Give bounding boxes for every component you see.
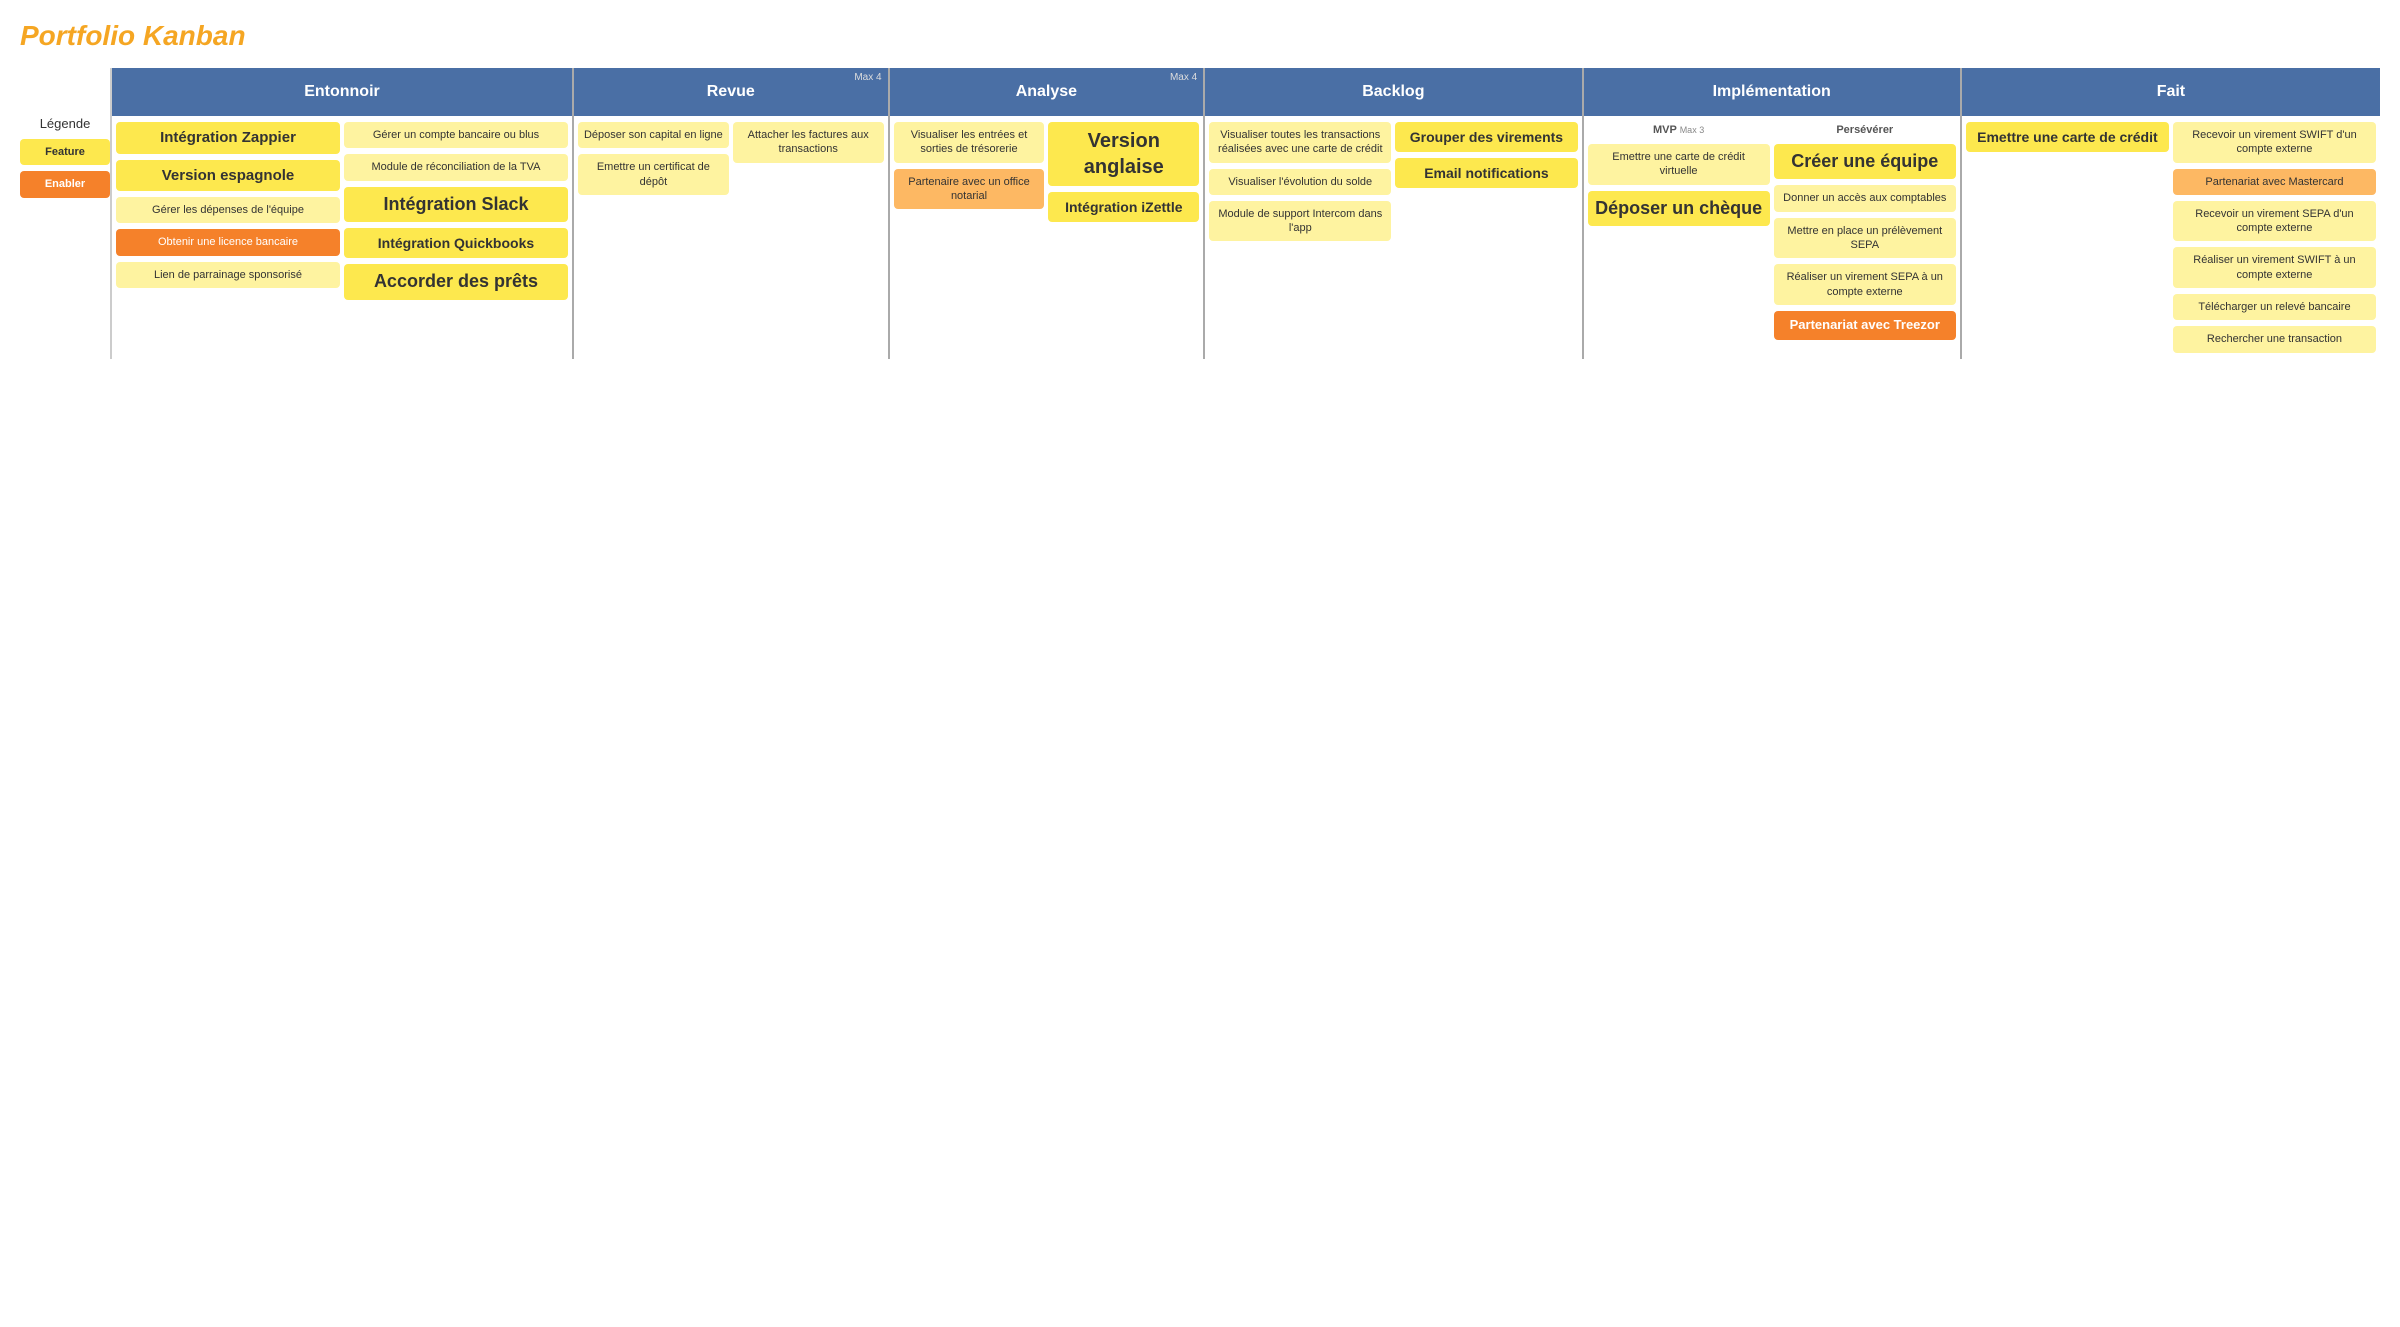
card-version-anglaise[interactable]: Version anglaise <box>1048 122 1199 186</box>
card-emettre-carte-virtuelle[interactable]: Emettre une carte de crédit virtuelle <box>1588 144 1770 185</box>
card-mettre-sepa[interactable]: Mettre en place un prélèvement SEPA <box>1774 218 1956 259</box>
revue-max: Max 4 <box>854 72 881 83</box>
analyse-subcol2: Version anglaise Intégration iZettle <box>1048 122 1199 222</box>
implementation-body: MVP Max 3 Emettre une carte de crédit vi… <box>1584 116 1960 346</box>
kanban-board: Légende Feature Enabler Entonnoir Intégr… <box>20 68 2380 359</box>
analyse-subcol1: Visualiser les entrées et sorties de tré… <box>894 122 1045 222</box>
card-partenaire-office[interactable]: Partenaire avec un office notarial <box>894 169 1045 210</box>
revue-body: Déposer son capital en ligne Emettre un … <box>574 116 888 201</box>
perseverer-label: Persévérer <box>1774 122 1956 138</box>
column-entonnoir: Entonnoir Intégration Zappier Version es… <box>112 68 574 359</box>
card-attacher-factures[interactable]: Attacher les factures aux transactions <box>733 122 884 163</box>
page-title: Portfolio Kanban <box>20 20 2380 52</box>
card-realiser-sepa[interactable]: Réaliser un virement SEPA à un compte ex… <box>1774 264 1956 305</box>
column-header-entonnoir: Entonnoir <box>112 68 572 116</box>
card-gerer-compte-bancaire[interactable]: Gérer un compte bancaire ou blus <box>344 122 568 148</box>
mvp-label: MVP Max 3 <box>1588 122 1770 138</box>
column-header-implementation: Implémentation <box>1584 68 1960 116</box>
card-integration-slack[interactable]: Intégration Slack <box>344 187 568 222</box>
card-visualiser-evolution[interactable]: Visualiser l'évolution du solde <box>1209 169 1391 195</box>
column-fait: Fait Emettre une carte de crédit Recevoi… <box>1962 68 2380 359</box>
fait-subcol2: Recevoir un virement SWIFT d'un compte e… <box>2173 122 2376 353</box>
card-recevoir-sepa[interactable]: Recevoir un virement SEPA d'un compte ex… <box>2173 201 2376 242</box>
implementation-subcol2: Persévérer Créer une équipe Donner un ac… <box>1774 122 1956 340</box>
card-integration-quickbooks[interactable]: Intégration Quickbooks <box>344 228 568 258</box>
fait-subcol1: Emettre une carte de crédit <box>1966 122 2169 353</box>
card-visualiser-entrees[interactable]: Visualiser les entrées et sorties de tré… <box>894 122 1045 163</box>
card-module-reconciliation[interactable]: Module de réconciliation de la TVA <box>344 154 568 180</box>
column-backlog: Backlog Visualiser toutes les transactio… <box>1205 68 1583 359</box>
entonnoir-subcol1: Intégration Zappier Version espagnole Gé… <box>116 122 340 300</box>
card-creer-equipe[interactable]: Créer une équipe <box>1774 144 1956 179</box>
legend-enabler: Enabler <box>20 171 110 197</box>
column-header-fait: Fait <box>1962 68 2380 116</box>
card-recevoir-swift[interactable]: Recevoir un virement SWIFT d'un compte e… <box>2173 122 2376 163</box>
entonnoir-body: Intégration Zappier Version espagnole Gé… <box>112 116 572 306</box>
card-obtenir-licence[interactable]: Obtenir une licence bancaire <box>116 229 340 255</box>
board: Entonnoir Intégration Zappier Version es… <box>110 68 2380 359</box>
entonnoir-subcol2: Gérer un compte bancaire ou blus Module … <box>344 122 568 300</box>
card-gerer-depenses[interactable]: Gérer les dépenses de l'équipe <box>116 197 340 223</box>
revue-subcol1: Déposer son capital en ligne Emettre un … <box>578 122 729 195</box>
legend-column: Légende Feature Enabler <box>20 68 110 359</box>
card-emettre-carte-credit[interactable]: Emettre une carte de crédit <box>1966 122 2169 152</box>
card-deposer-cheque[interactable]: Déposer un chèque <box>1588 191 1770 226</box>
column-header-revue: Revue Max 4 <box>574 68 888 116</box>
card-partenariat-mastercard[interactable]: Partenariat avec Mastercard <box>2173 169 2376 195</box>
fait-body: Emettre une carte de crédit Recevoir un … <box>1962 116 2380 359</box>
backlog-subcol1: Visualiser toutes les transactions réali… <box>1209 122 1391 241</box>
card-integration-izettle[interactable]: Intégration iZettle <box>1048 192 1199 222</box>
backlog-body: Visualiser toutes les transactions réali… <box>1205 116 1581 247</box>
legend-label: Légende <box>20 116 110 131</box>
column-header-backlog: Backlog <box>1205 68 1581 116</box>
legend-feature: Feature <box>20 139 110 165</box>
implementation-subcol1: MVP Max 3 Emettre une carte de crédit vi… <box>1588 122 1770 340</box>
column-revue: Revue Max 4 Déposer son capital en ligne… <box>574 68 890 359</box>
card-partenariat-treezor[interactable]: Partenariat avec Treezor <box>1774 311 1956 340</box>
card-version-espagnole[interactable]: Version espagnole <box>116 160 340 192</box>
card-deposer-capital[interactable]: Déposer son capital en ligne <box>578 122 729 148</box>
card-grouper-virements[interactable]: Grouper des virements <box>1395 122 1577 152</box>
card-realiser-swift[interactable]: Réaliser un virement SWIFT à un compte e… <box>2173 247 2376 288</box>
card-accorder-prets[interactable]: Accorder des prêts <box>344 264 568 299</box>
revue-subcol2: Attacher les factures aux transactions <box>733 122 884 195</box>
column-header-analyse: Analyse Max 4 <box>890 68 1204 116</box>
card-donner-acces[interactable]: Donner un accès aux comptables <box>1774 185 1956 211</box>
backlog-subcol2: Grouper des virements Email notification… <box>1395 122 1577 241</box>
analyse-body: Visualiser les entrées et sorties de tré… <box>890 116 1204 228</box>
card-lien-parrainage[interactable]: Lien de parrainage sponsorisé <box>116 262 340 288</box>
card-integration-zappier[interactable]: Intégration Zappier <box>116 122 340 154</box>
card-telecharger-releve[interactable]: Télécharger un relevé bancaire <box>2173 294 2376 320</box>
card-email-notifications[interactable]: Email notifications <box>1395 158 1577 188</box>
column-implementation: Implémentation MVP Max 3 Emettre une car… <box>1584 68 1962 359</box>
mvp-max: Max 3 <box>1680 125 1705 135</box>
card-visualiser-transactions[interactable]: Visualiser toutes les transactions réali… <box>1209 122 1391 163</box>
card-module-support[interactable]: Module de support Intercom dans l'app <box>1209 201 1391 242</box>
column-analyse: Analyse Max 4 Visualiser les entrées et … <box>890 68 1206 359</box>
analyse-max: Max 4 <box>1170 72 1197 83</box>
card-emettre-certificat[interactable]: Emettre un certificat de dépôt <box>578 154 729 195</box>
card-rechercher-transaction[interactable]: Rechercher une transaction <box>2173 326 2376 352</box>
